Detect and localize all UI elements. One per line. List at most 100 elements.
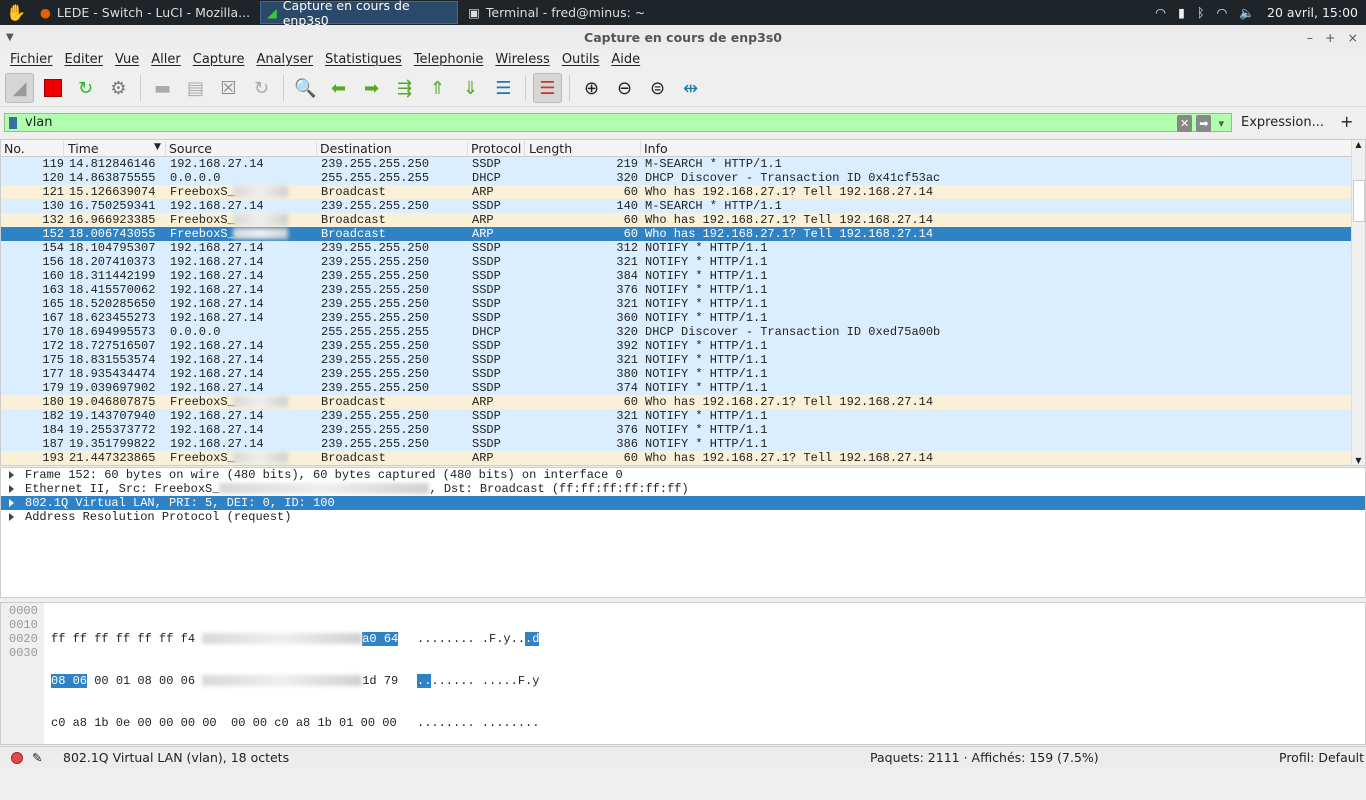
menu-telephonie[interactable]: Telephonie (408, 52, 490, 67)
packet-row[interactable]: 154 18.104795307 192.168.27.14 239.255.255.… (1, 241, 1351, 255)
ascii-dump[interactable]: ........ .F.y...d ........ .....F.y ....… (417, 604, 540, 800)
packet-source: FreeboxS_ (170, 395, 235, 409)
column-info[interactable]: Info (644, 141, 1344, 157)
restart-capture-icon[interactable]: ↻ (71, 73, 100, 103)
packet-row[interactable]: 172 18.727516507 192.168.27.14 239.255.255.… (1, 339, 1351, 353)
window-menu-icon[interactable]: ▼ (6, 25, 14, 51)
redacted-mac (233, 396, 288, 407)
menu-wireless[interactable]: Wireless (489, 52, 555, 67)
packet-row[interactable]: 187 19.351799822 192.168.27.14 239.255.255.… (1, 437, 1351, 451)
packet-row[interactable]: 152 18.006743055 FreeboxS_ Broadcast ARP 60 Wh… (1, 227, 1351, 241)
capture-options-icon[interactable]: ⚙ (104, 73, 133, 103)
menu-aller[interactable]: Aller (145, 52, 186, 67)
packet-row[interactable]: 175 18.831553574 192.168.27.14 239.255.255.… (1, 353, 1351, 367)
maximize-button[interactable]: + (1325, 25, 1335, 51)
add-filter-button[interactable]: + (1340, 112, 1353, 131)
packet-row[interactable]: 132 16.966923385 FreeboxS_ Broadcast ARP 60 Wh… (1, 213, 1351, 227)
menu-outils[interactable]: Outils (556, 52, 606, 67)
packet-row[interactable]: 182 19.143707940 192.168.27.14 239.255.255.… (1, 409, 1351, 423)
first-packet-icon[interactable]: ⇑ (423, 73, 452, 103)
display-filter-input[interactable]: vlan ✕ ➡ ▾ (4, 113, 1232, 132)
menu-editer[interactable]: Editer (59, 52, 110, 67)
stop-capture-icon[interactable] (38, 73, 67, 103)
terminal-icon: ▣ (468, 5, 480, 20)
network-icon[interactable]: ◠ (1217, 5, 1228, 20)
menu-analyser[interactable]: Analyser (250, 52, 319, 67)
packet-source: 192.168.27.14 (170, 311, 264, 325)
packet-row[interactable]: 119 14.812846146 192.168.27.14 239.255.255.… (1, 157, 1351, 171)
column-source[interactable]: Source (169, 141, 317, 157)
menu-capture[interactable]: Capture (187, 52, 251, 67)
minimize-button[interactable]: – (1307, 25, 1313, 51)
zoom-in-icon[interactable]: ⊕ (577, 73, 606, 103)
close-file-icon[interactable]: ☒ (214, 73, 243, 103)
detail-frame[interactable]: Frame 152: 60 bytes on wire (480 bits), … (1, 468, 1365, 482)
column-length[interactable]: Length (529, 141, 641, 157)
capture-status-icon[interactable] (11, 752, 23, 764)
menu-statistiques[interactable]: Statistiques (319, 52, 408, 67)
packet-row[interactable]: 170 18.694995573 0.0.0.0 255.255.255.255 DHC… (1, 325, 1351, 339)
clear-filter-icon[interactable]: ✕ (1177, 115, 1193, 132)
packet-row[interactable]: 121 15.126639074 FreeboxS_ Broadcast ARP 60 Wh… (1, 185, 1351, 199)
reload-file-icon[interactable]: ↻ (247, 73, 276, 103)
packet-row[interactable]: 179 19.039697902 192.168.27.14 239.255.255.… (1, 381, 1351, 395)
packet-row[interactable]: 193 21.447323865 FreeboxS_ Broadcast ARP 60 Wh… (1, 451, 1351, 465)
packet-list-scrollbar[interactable]: ▲ ▼ (1351, 140, 1365, 465)
bookmark-icon[interactable] (9, 117, 17, 129)
wifi-icon[interactable]: ◠ (1155, 5, 1166, 20)
start-menu-icon[interactable]: ✋ (0, 1, 30, 24)
go-back-icon[interactable]: ⬅ (324, 73, 353, 103)
scrollbar-thumb[interactable] (1353, 180, 1365, 222)
column-destination[interactable]: Destination (320, 141, 468, 157)
packet-row[interactable]: 160 18.311442199 192.168.27.14 239.255.255.… (1, 269, 1351, 283)
packet-row[interactable]: 177 18.935434474 192.168.27.14 239.255.255.… (1, 367, 1351, 381)
packet-destination: 255.255.255.255 (321, 171, 430, 185)
column-protocol[interactable]: Protocol (471, 141, 525, 157)
start-capture-icon[interactable]: ◢ (5, 73, 34, 103)
menu-aide[interactable]: Aide (605, 52, 646, 67)
packet-row[interactable]: 163 18.415570062 192.168.27.14 239.255.255.… (1, 283, 1351, 297)
go-forward-icon[interactable]: ➡ (357, 73, 386, 103)
taskbar-item-terminal[interactable]: ▣ Terminal - fred@minus: ~ (462, 1, 651, 24)
autoscroll-icon[interactable]: ☰ (489, 73, 518, 103)
go-to-packet-icon[interactable]: ⇶ (390, 73, 419, 103)
save-file-icon[interactable]: ▤ (181, 73, 210, 103)
packet-row[interactable]: 165 18.520285650 192.168.27.14 239.255.255.… (1, 297, 1351, 311)
filter-dropdown-icon[interactable]: ▾ (1215, 115, 1227, 132)
taskbar-item-firefox[interactable]: ● LEDE - Switch - LuCI - Mozilla... (34, 1, 256, 24)
packet-row[interactable]: 120 14.863875555 0.0.0.0 255.255.255.255 DHC… (1, 171, 1351, 185)
status-profile[interactable]: Profil: Default (1279, 747, 1364, 769)
volume-icon[interactable]: 🔈 (1239, 5, 1255, 21)
zoom-reset-icon[interactable]: ⊜ (643, 73, 672, 103)
close-button[interactable]: × (1348, 25, 1358, 51)
packet-row[interactable]: 167 18.623455273 192.168.27.14 239.255.255.… (1, 311, 1351, 325)
column-time[interactable]: Time (68, 141, 166, 157)
menu-vue[interactable]: Vue (109, 52, 145, 67)
packet-row[interactable]: 156 18.207410373 192.168.27.14 239.255.255.… (1, 255, 1351, 269)
hex-dump[interactable]: ff ff ff ff ff ff f4 a0 64 08 06 00 01 0… (51, 604, 399, 800)
packet-row[interactable]: 184 19.255373772 192.168.27.14 239.255.255.… (1, 423, 1351, 437)
find-packet-icon[interactable]: 🔍 (291, 73, 320, 103)
menu-fichier[interactable]: Fichier (4, 52, 59, 67)
bluetooth-icon[interactable]: ᛒ (1197, 5, 1205, 20)
packet-time: 18.727516507 (69, 339, 156, 353)
packet-row[interactable]: 180 19.046807875 FreeboxS_ Broadcast ARP 60 Wh… (1, 395, 1351, 409)
packet-length: 380 (616, 367, 638, 381)
comment-icon[interactable]: ✎ (32, 747, 42, 769)
open-file-icon[interactable]: ▬ (148, 73, 177, 103)
packet-row[interactable]: 130 16.750259341 192.168.27.14 239.255.255.… (1, 199, 1351, 213)
apply-filter-icon[interactable]: ➡ (1196, 115, 1212, 132)
column-no[interactable]: No. (4, 141, 64, 157)
detail-ethernet[interactable]: Ethernet II, Src: FreeboxS_, Dst: Broadc… (1, 482, 1365, 496)
colorize-icon[interactable]: ☰ (533, 73, 562, 103)
clock[interactable]: 20 avril, 15:00 (1267, 5, 1358, 20)
detail-arp[interactable]: Address Resolution Protocol (request) (1, 510, 1365, 524)
taskbar-item-wireshark[interactable]: ◢ Capture en cours de enp3s0 (260, 0, 459, 28)
detail-vlan[interactable]: 802.1Q Virtual LAN, PRI: 5, DEI: 0, ID: … (1, 496, 1365, 510)
expression-button[interactable]: Expression... (1241, 115, 1324, 130)
resize-columns-icon[interactable]: ⇹ (676, 73, 705, 103)
last-packet-icon[interactable]: ⇓ (456, 73, 485, 103)
zoom-out-icon[interactable]: ⊖ (610, 73, 639, 103)
battery-icon[interactable]: ▮ (1178, 5, 1185, 20)
packet-protocol: SSDP (472, 381, 501, 395)
